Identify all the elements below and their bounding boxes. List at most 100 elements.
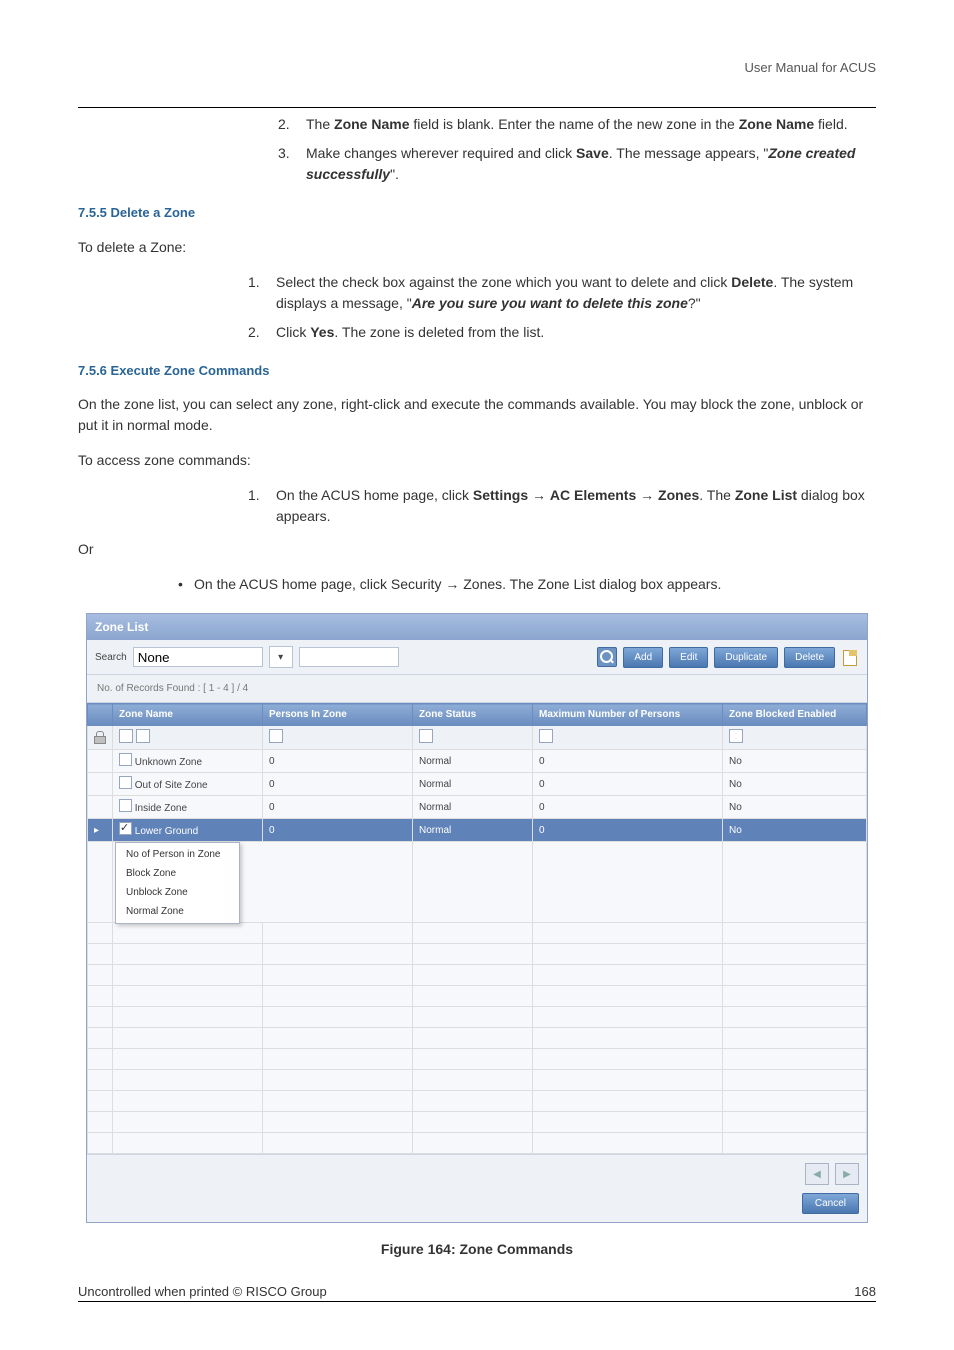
cell: Normal — [413, 796, 533, 819]
text-bold: Zone Name — [334, 116, 409, 132]
search-dropdown[interactable]: ▾ — [269, 646, 293, 668]
table-row — [88, 986, 867, 1007]
figure-caption: Figure 164: Zone Commands — [78, 1239, 876, 1260]
text: On the ACUS home page, click — [276, 487, 473, 503]
duplicate-button[interactable]: Duplicate — [714, 647, 778, 668]
lock-icon — [94, 731, 106, 743]
table-row — [88, 1028, 867, 1049]
records-found-label: No. of Records Found : [ 1 - 4 ] / 4 — [87, 675, 867, 703]
cell: Inside Zone — [135, 803, 187, 814]
delete-button[interactable]: Delete — [784, 647, 835, 668]
text: → — [636, 487, 658, 503]
col-max-persons[interactable]: Maximum Number of Persons — [533, 704, 723, 726]
zone-list-dialog: Zone List Search ▾ Add Edit Duplicate De… — [86, 613, 868, 1223]
text: Select the check box against the zone wh… — [276, 274, 731, 290]
text: field. — [814, 116, 847, 132]
search-input[interactable] — [133, 647, 263, 667]
col-zone-name[interactable]: Zone Name — [113, 704, 263, 726]
cell: Normal — [413, 819, 533, 842]
filter-cell[interactable] — [723, 726, 867, 750]
col-blocked[interactable]: Zone Blocked Enabled — [723, 704, 867, 726]
section-heading-756: 7.5.6 Execute Zone Commands — [78, 361, 876, 381]
paragraph: On the zone list, you can select any zon… — [78, 394, 876, 436]
context-menu: No of Person in Zone Block Zone Unblock … — [115, 842, 240, 924]
cell: 0 — [533, 819, 723, 842]
text-bold-italic: Are you sure you want to delete this zon… — [412, 295, 688, 311]
list-number: 2. — [248, 322, 276, 343]
menu-item-normal[interactable]: Normal Zone — [116, 902, 239, 921]
filter-box-icon — [419, 729, 433, 743]
bullet-item: • On the ACUS home page, click Security … — [78, 574, 876, 595]
table-row[interactable]: Unknown Zone 0 Normal 0 No — [88, 750, 867, 773]
bullet-dot: • — [178, 574, 194, 595]
table-row: No of Person in Zone Block Zone Unblock … — [88, 842, 867, 923]
row-checkbox[interactable] — [119, 776, 132, 789]
row-checkbox[interactable] — [119, 822, 132, 835]
filter-box-icon — [269, 729, 283, 743]
menu-item-persons[interactable]: No of Person in Zone — [116, 845, 239, 864]
menu-item-unblock[interactable]: Unblock Zone — [116, 883, 239, 902]
paragraph: To access zone commands: — [78, 450, 876, 471]
export-icon[interactable] — [841, 648, 859, 666]
text: . The zone is deleted from the list. — [334, 324, 544, 340]
list-number: 3. — [278, 143, 306, 185]
text: Make changes wherever required and click — [306, 145, 576, 161]
page-header-title: User Manual for ACUS — [78, 60, 876, 75]
table-row[interactable]: Out of Site Zone 0 Normal 0 No — [88, 773, 867, 796]
prev-page-button[interactable]: ◀ — [805, 1163, 829, 1185]
list-item: 2. The Zone Name field is blank. Enter t… — [278, 114, 876, 135]
cell: 0 — [263, 796, 413, 819]
table-row — [88, 1133, 867, 1154]
zone-table: Zone Name Persons In Zone Zone Status Ma… — [87, 703, 867, 1154]
text-bold: Settings — [473, 487, 528, 503]
paragraph: To delete a Zone: — [78, 237, 876, 258]
filter-cell[interactable] — [263, 726, 413, 750]
filter-box-icon — [539, 729, 553, 743]
add-button[interactable]: Add — [623, 647, 663, 668]
list-text: The Zone Name field is blank. Enter the … — [306, 114, 876, 135]
text-bold: Delete — [731, 274, 773, 290]
col-status[interactable]: Zone Status — [413, 704, 533, 726]
table-row[interactable]: Inside Zone 0 Normal 0 No — [88, 796, 867, 819]
cell: 0 — [533, 773, 723, 796]
cell: Out of Site Zone — [135, 780, 208, 791]
table-row — [88, 1112, 867, 1133]
filter-row — [88, 726, 867, 750]
text: field is blank. Enter the name of the ne… — [409, 116, 738, 132]
cell: 0 — [263, 819, 413, 842]
list-text: Make changes wherever required and click… — [306, 143, 876, 185]
col-persons[interactable]: Persons In Zone — [263, 704, 413, 726]
search-value-input[interactable] — [299, 647, 399, 667]
search-button[interactable] — [597, 647, 617, 667]
row-checkbox[interactable] — [119, 753, 132, 766]
dialog-footer-2: Cancel — [87, 1193, 867, 1222]
cell: Lower Ground — [135, 826, 198, 837]
list-text: Click Yes. The zone is deleted from the … — [276, 322, 876, 343]
row-checkbox[interactable] — [119, 799, 132, 812]
paragraph-or: Or — [78, 539, 876, 560]
list-text: Select the check box against the zone wh… — [276, 272, 876, 314]
cell: No — [723, 819, 867, 842]
bullet-text: On the ACUS home page, click Security → … — [194, 574, 876, 595]
filter-cell[interactable] — [113, 726, 263, 750]
cell: 0 — [533, 750, 723, 773]
text-bold: AC Elements — [550, 487, 636, 503]
next-page-button[interactable]: ▶ — [835, 1163, 859, 1185]
cell: Unknown Zone — [135, 757, 202, 768]
filter-cell[interactable] — [413, 726, 533, 750]
table-row — [88, 1091, 867, 1112]
col-checkbox — [88, 704, 113, 726]
text-bold: Zones — [658, 487, 699, 503]
filter-cell[interactable] — [533, 726, 723, 750]
table-row — [88, 965, 867, 986]
footer-left: Uncontrolled when printed © RISCO Group — [78, 1284, 327, 1299]
table-row-selected[interactable]: ▸ Lower Ground 0 Normal 0 No — [88, 819, 867, 842]
cancel-button[interactable]: Cancel — [802, 1193, 859, 1214]
list-item: 1. On the ACUS home page, click Settings… — [248, 485, 876, 527]
menu-item-block[interactable]: Block Zone — [116, 864, 239, 883]
list-number: 2. — [278, 114, 306, 135]
edit-button[interactable]: Edit — [669, 647, 708, 668]
text: ". — [390, 166, 399, 182]
list-number: 1. — [248, 272, 276, 314]
text: The — [306, 116, 334, 132]
